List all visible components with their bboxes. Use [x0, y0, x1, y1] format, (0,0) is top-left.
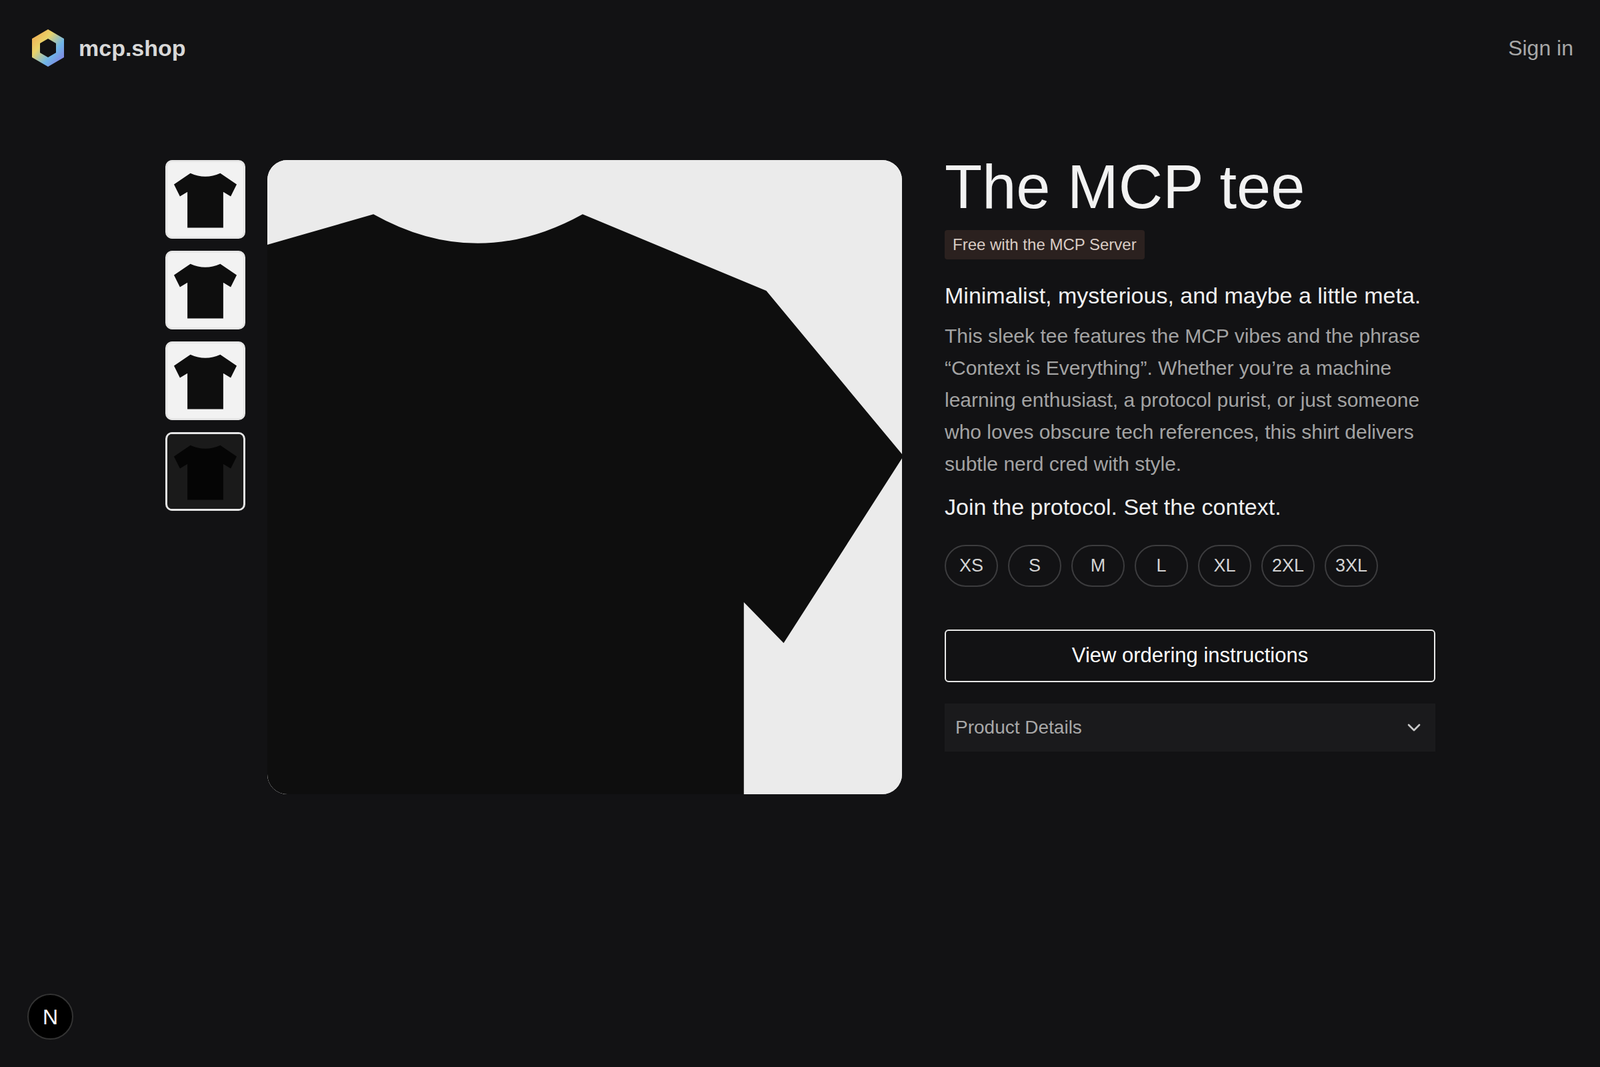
product-section: The MCP teeFree with the MCP ServerMinim… [165, 160, 1435, 794]
header: mcp.shop Sign in [0, 0, 1600, 96]
size-list: XSSMLXL2XL3XL [944, 544, 1436, 587]
tee-photo [267, 160, 902, 794]
tee-thumbnail-icon [168, 162, 243, 237]
main-image [267, 160, 902, 794]
brand-name: mcp.shop [78, 31, 186, 66]
sign-in-link[interactable]: Sign in [1508, 32, 1574, 64]
thumbnail-list [165, 160, 246, 511]
tee-thumbnail-icon [168, 252, 243, 328]
description: This sleek tee features the MCP vibes an… [944, 320, 1436, 480]
tee-thumbnail-icon [168, 434, 243, 509]
size-option[interactable]: M [1071, 544, 1125, 587]
product-title: The MCP tee [944, 153, 1436, 221]
size-option[interactable]: XS [944, 544, 998, 587]
logo-icon [26, 26, 70, 70]
product-details-toggle[interactable]: Product Details [944, 703, 1436, 752]
size-option[interactable]: XL [1198, 544, 1252, 587]
thumbnail[interactable] [165, 160, 246, 239]
brand[interactable]: mcp.shop [26, 26, 186, 70]
dev-indicator[interactable]: N [27, 993, 74, 1040]
size-option[interactable]: 2XL [1261, 544, 1315, 587]
ordering-instructions-button[interactable]: View ordering instructions [944, 629, 1436, 682]
badge: Free with the MCP Server [944, 230, 1145, 260]
size-option[interactable]: L [1134, 544, 1188, 587]
thumbnail[interactable] [165, 432, 246, 511]
page: mcp.shop Sign in The MCP tee Free with the … [0, 0, 1600, 1067]
tee-thumbnail-icon [168, 343, 243, 418]
cta-line: Join the protocol. Set the context. [944, 488, 1436, 526]
chevron-down-icon [1403, 716, 1425, 738]
product-details-label: Product Details [955, 713, 1082, 742]
size-option[interactable]: 3XL [1324, 544, 1378, 587]
product-info: The MCP teeFree with the MCP ServerMinim… [944, 160, 1436, 752]
thumbnail[interactable] [165, 250, 246, 330]
tagline: Minimalist, mysterious, and maybe a litt… [944, 276, 1436, 315]
thumbnail[interactable] [165, 341, 246, 420]
size-option[interactable]: S [1008, 544, 1062, 587]
